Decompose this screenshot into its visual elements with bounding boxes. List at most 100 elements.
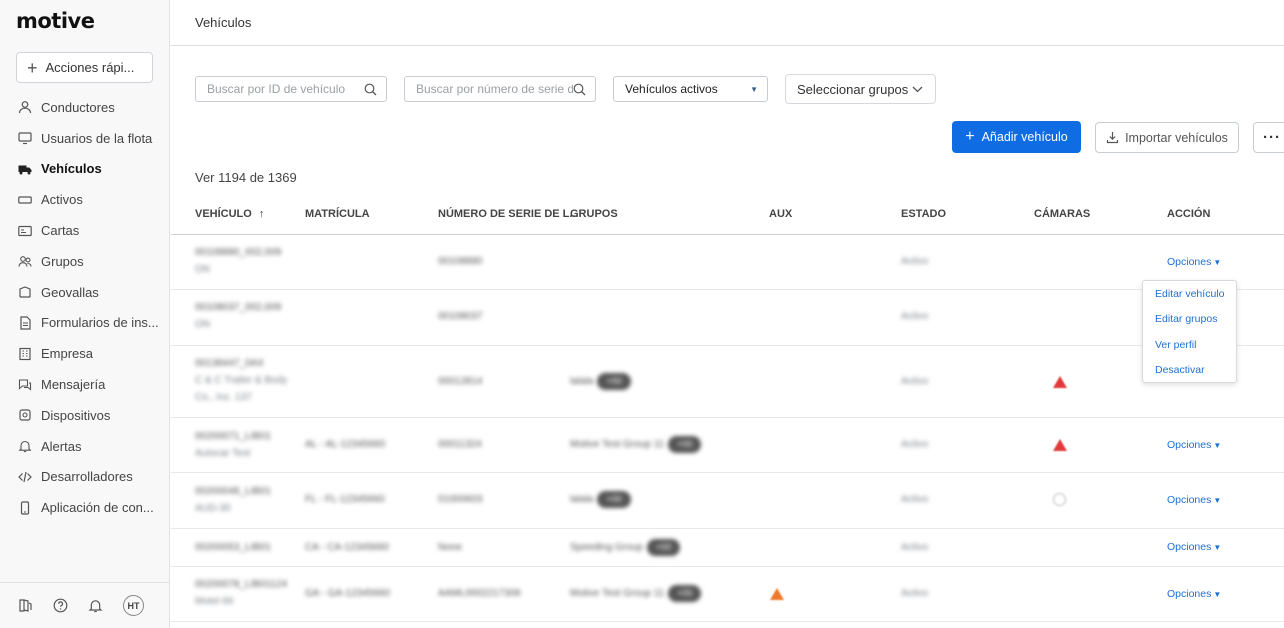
vehicle-id-cell[interactable]: 00138447_0AX [195, 355, 264, 372]
group-icon [18, 256, 32, 267]
notification-bell-icon[interactable] [88, 598, 103, 613]
serial-cell: 00108880 [438, 256, 483, 267]
help-icon[interactable] [53, 598, 68, 613]
options-menu: Editar vehículo Editar grupos Ver perfil… [1142, 280, 1237, 383]
status-cell: Activo [901, 311, 929, 322]
search-vehicle-id-input[interactable] [196, 82, 364, 96]
camera-offline-icon[interactable] [1053, 493, 1066, 506]
bell-icon [18, 441, 32, 453]
quick-actions-button[interactable]: + Acciones rápi... [16, 52, 153, 83]
sidebar-item-label: Mensajería [41, 377, 106, 393]
options-dropdown-button[interactable]: Opciones ▼ [1167, 256, 1221, 268]
plate-cell: FL - FL-12345660 [305, 494, 385, 505]
options-dropdown-button[interactable]: Opciones ▼ [1167, 494, 1221, 506]
motive-logo[interactable]: motive [16, 9, 95, 33]
camera-warning-icon[interactable] [1053, 376, 1067, 388]
caret-down-icon: ▼ [750, 84, 758, 94]
plus-icon: + [965, 128, 975, 145]
sidebar-item-conductores[interactable]: Conductores [0, 92, 170, 123]
sidebar-item-grupos[interactable]: Grupos [0, 246, 170, 277]
search-vehicle-id-field[interactable] [195, 76, 387, 102]
more-icon: ··· [1263, 129, 1281, 146]
sidebar-item-empresa[interactable]: Empresa [0, 338, 170, 369]
import-vehicles-button[interactable]: Importar vehículos [1095, 122, 1239, 153]
vehicle-status-value: Vehículos activos [625, 82, 718, 96]
column-header-status[interactable]: ESTADO [901, 208, 946, 220]
sidebar-item-geovallas[interactable]: Geovallas [0, 277, 170, 308]
serial-cell: None [438, 542, 462, 553]
menu-item-edit-vehicle[interactable]: Editar vehículo [1155, 288, 1224, 300]
sidebar-item-desarrolladores[interactable]: Desarrolladores [0, 462, 170, 493]
column-header-aux[interactable]: AUX [769, 208, 792, 220]
options-dropdown-button[interactable]: Opciones ▼ [1167, 588, 1221, 600]
form-icon [20, 316, 31, 330]
column-header-serial[interactable]: NÚMERO DE SERIE DE L... [438, 208, 579, 220]
vehicle-desc-cell: C & C Trailer & Body [195, 375, 288, 386]
sidebar-item-label: Grupos [41, 253, 84, 269]
column-header-plate[interactable]: MATRÍCULA [305, 208, 370, 220]
options-dropdown-button[interactable]: Opciones ▼ [1167, 439, 1221, 451]
add-vehicle-label: Añadir vehículo [981, 130, 1068, 144]
caret-down-icon: ▼ [1213, 258, 1222, 267]
sidebar-item-cartas[interactable]: Cartas [0, 215, 170, 246]
sidebar-item-vehiculos[interactable]: Vehículos [0, 154, 170, 185]
caret-down-icon: ▼ [1213, 441, 1222, 450]
sidebar-item-activos[interactable]: Activos [0, 184, 170, 215]
group-name: lalala [570, 494, 594, 505]
search-serial-input[interactable] [405, 82, 573, 96]
truck-icon [18, 165, 32, 175]
options-label: Opciones [1167, 439, 1212, 451]
options-dropdown-button[interactable]: Opciones ▼ [1167, 541, 1221, 553]
monitor-icon [18, 132, 32, 145]
group-name: Speeding Group [570, 542, 643, 553]
sort-ascending-icon: ↑ [258, 208, 265, 220]
sidebar: motive + Acciones rápi... Conductores Us… [0, 0, 170, 628]
camera-warning-icon[interactable] [1053, 439, 1067, 451]
plus-icon: + [27, 57, 38, 78]
table-row[interactable] [171, 346, 1284, 418]
vehicle-desc-cell: AUD-30 [195, 503, 231, 514]
plate-cell: CA - CA-12345660 [305, 542, 389, 553]
book-icon[interactable] [18, 598, 33, 613]
person-icon [18, 101, 32, 114]
vehicle-id-cell[interactable]: 00200053_LIB01 [195, 539, 271, 556]
vehicle-id-cell[interactable]: 00108880_002,009 [195, 244, 281, 261]
sidebar-item-alertas[interactable]: Alertas [0, 431, 170, 462]
group-count-badge: +00 [597, 373, 631, 390]
search-icon [573, 83, 586, 95]
status-cell: Activo [901, 376, 929, 387]
sidebar-item-aplicacion[interactable]: Aplicación de con... [0, 492, 170, 523]
vehicle-status-select[interactable]: Vehículos activos ▼ [613, 76, 768, 102]
column-header-cameras[interactable]: CÁMARAS [1034, 208, 1090, 220]
groups-select[interactable]: Seleccionar grupos [785, 74, 936, 104]
table-row[interactable] [171, 290, 1284, 346]
vehicle-id-cell[interactable]: 00200048_LIB01 [195, 483, 271, 500]
sidebar-item-mensajeria[interactable]: Mensajería [0, 369, 170, 400]
more-options-button[interactable]: ··· [1253, 122, 1284, 153]
column-header-label: VEHÍCULO [195, 208, 252, 220]
vehicle-id-cell[interactable]: 00108037_002,009 [195, 299, 281, 316]
menu-item-edit-groups[interactable]: Editar grupos [1155, 313, 1217, 325]
sidebar-nav: Conductores Usuarios de la flota Vehícul… [0, 92, 170, 523]
serial-cell: 00108037 [438, 311, 483, 322]
menu-item-deactivate[interactable]: Desactivar [1155, 364, 1205, 376]
vehicle-id-cell[interactable]: 00200078_LIB01124 [195, 576, 287, 593]
add-vehicle-button[interactable]: + Añadir vehículo [952, 121, 1081, 153]
aux-warning-icon[interactable] [770, 588, 784, 600]
search-icon [364, 83, 377, 95]
vehicle-id-cell[interactable]: 00200071_LIB01 [195, 428, 271, 445]
column-header-vehicle[interactable]: VEHÍCULO ↑ [195, 208, 264, 220]
group-cell: Motive Test Group 11 +00 [570, 436, 702, 453]
vehicle-desc-cell: ON [195, 319, 210, 330]
sidebar-item-usuarios[interactable]: Usuarios de la flota [0, 123, 170, 154]
table-row[interactable] [171, 235, 1284, 290]
import-vehicles-label: Importar vehículos [1125, 130, 1228, 145]
search-serial-field[interactable] [404, 76, 596, 102]
column-header-groups[interactable]: GRUPOS [570, 208, 618, 220]
sidebar-item-dispositivos[interactable]: Dispositivos [0, 400, 170, 431]
device-icon [19, 409, 31, 421]
sidebar-item-formularios[interactable]: Formularios de ins... [0, 308, 170, 339]
status-cell: Activo [901, 542, 929, 553]
menu-item-view-profile[interactable]: Ver perfil [1155, 339, 1196, 351]
avatar[interactable]: HT [123, 595, 144, 616]
